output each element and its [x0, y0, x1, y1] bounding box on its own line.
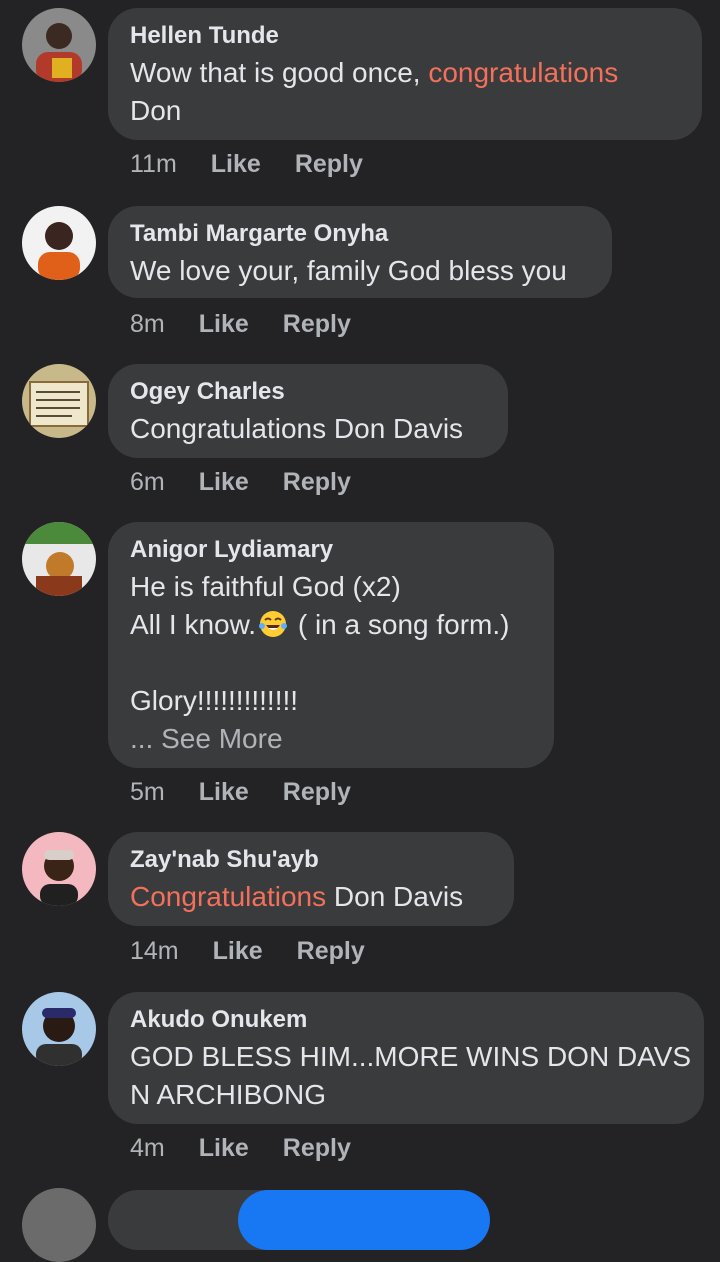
- comment-timestamp[interactable]: 14m: [130, 937, 179, 965]
- highlighted-word[interactable]: congratulations: [428, 57, 618, 88]
- avatar[interactable]: [22, 206, 96, 280]
- comment-author[interactable]: Zay'nab Shu'ayb: [130, 846, 492, 874]
- comment-author[interactable]: Hellen Tunde: [130, 22, 680, 50]
- like-button[interactable]: Like: [199, 1134, 249, 1162]
- avatar[interactable]: [22, 832, 96, 906]
- comment-text: Congratulations Don Davis: [130, 878, 492, 916]
- comment-timestamp[interactable]: 11m: [130, 150, 177, 178]
- like-button[interactable]: Like: [211, 150, 261, 178]
- comment-text-line: GOD BLESS HIM...MORE WINS DON DAVS: [130, 1041, 692, 1072]
- avatar-photo-icon: [22, 522, 96, 596]
- reply-button[interactable]: Reply: [283, 1134, 351, 1162]
- comment-timestamp[interactable]: 8m: [130, 310, 165, 338]
- next-comment-avatar[interactable]: [22, 1188, 96, 1262]
- comment-text: He is faithful God (x2) All I know. ( in…: [130, 568, 532, 758]
- comment-bubble: Tambi Margarte Onyha We love your, famil…: [108, 206, 612, 298]
- comment-actions: 4m Like Reply: [130, 1134, 385, 1163]
- comment-text-segment: Don Davis: [326, 881, 464, 912]
- avatar-photo-icon: [22, 206, 96, 280]
- comment-text: We love your, family God bless you: [130, 252, 590, 290]
- comment-bubble: Ogey Charles Congratulations Don Davis: [108, 364, 508, 458]
- comment-text-segment: All I know.: [130, 609, 257, 640]
- like-button[interactable]: Like: [213, 937, 263, 965]
- comment-text: GOD BLESS HIM...MORE WINS DON DAVS N ARC…: [130, 1038, 692, 1114]
- highlighted-word[interactable]: Congratulations: [130, 881, 326, 912]
- like-button[interactable]: Like: [199, 778, 249, 806]
- comment-text-line: We love your, family God bless you: [130, 255, 567, 286]
- comment-text-segment: ( in a song form.): [290, 609, 510, 640]
- reply-button[interactable]: Reply: [283, 310, 351, 338]
- comment-author[interactable]: Anigor Lydiamary: [130, 536, 532, 564]
- comment-actions: 8m Like Reply: [130, 310, 385, 339]
- comment-actions: 14m Like Reply: [130, 937, 399, 966]
- comment-text-line: Glory!!!!!!!!!!!!!: [130, 685, 299, 716]
- comment-text-line: Don: [130, 95, 182, 126]
- reply-button[interactable]: Reply: [295, 150, 363, 178]
- comment-text-line: He is faithful God (x2): [130, 571, 401, 602]
- comment-bubble: Akudo Onukem GOD BLESS HIM...MORE WINS D…: [108, 992, 704, 1124]
- comment-author[interactable]: Akudo Onukem: [130, 1006, 682, 1034]
- comment-text-line: Congratulations Don Davis: [130, 413, 464, 444]
- avatar[interactable]: [22, 364, 96, 438]
- comment-bubble: Hellen Tunde Wow that is good once, cong…: [108, 8, 702, 140]
- reply-button[interactable]: Reply: [283, 468, 351, 496]
- like-button[interactable]: Like: [199, 468, 249, 496]
- avatar-photo-icon: [22, 364, 96, 438]
- comment-actions: 5m Like Reply: [130, 778, 385, 807]
- comment-text: Congratulations Don Davis: [130, 410, 486, 448]
- avatar-photo-icon: [22, 992, 96, 1066]
- reply-button[interactable]: Reply: [283, 778, 351, 806]
- avatar[interactable]: [22, 992, 96, 1066]
- comment-timestamp[interactable]: 6m: [130, 468, 165, 496]
- comment-author[interactable]: Ogey Charles: [130, 378, 486, 406]
- comment-timestamp[interactable]: 5m: [130, 778, 165, 806]
- comment-text-segment: Wow that is good once,: [130, 57, 429, 88]
- comment-bubble: Zay'nab Shu'ayb Congratulations Don Davi…: [108, 832, 514, 926]
- comment-actions: 11m Like Reply: [130, 150, 397, 179]
- comment-author[interactable]: Tambi Margarte Onyha: [130, 220, 590, 248]
- reply-button[interactable]: Reply: [297, 937, 365, 965]
- comment-text: Wow that is good once, congratulations D…: [130, 54, 680, 130]
- comment-timestamp[interactable]: 4m: [130, 1134, 165, 1162]
- tears-of-joy-emoji-icon: [259, 611, 288, 637]
- new-comments-pill[interactable]: [238, 1190, 490, 1250]
- avatar[interactable]: [22, 522, 96, 596]
- comment-text-line: N ARCHIBONG: [130, 1079, 327, 1110]
- comment-actions: 6m Like Reply: [130, 468, 385, 497]
- comment-bubble: Anigor Lydiamary He is faithful God (x2)…: [108, 522, 554, 768]
- avatar-photo-icon: [22, 8, 96, 82]
- avatar[interactable]: [22, 8, 96, 82]
- avatar-photo-icon: [22, 832, 96, 906]
- see-more-link[interactable]: ... See More: [130, 720, 532, 758]
- like-button[interactable]: Like: [199, 310, 249, 338]
